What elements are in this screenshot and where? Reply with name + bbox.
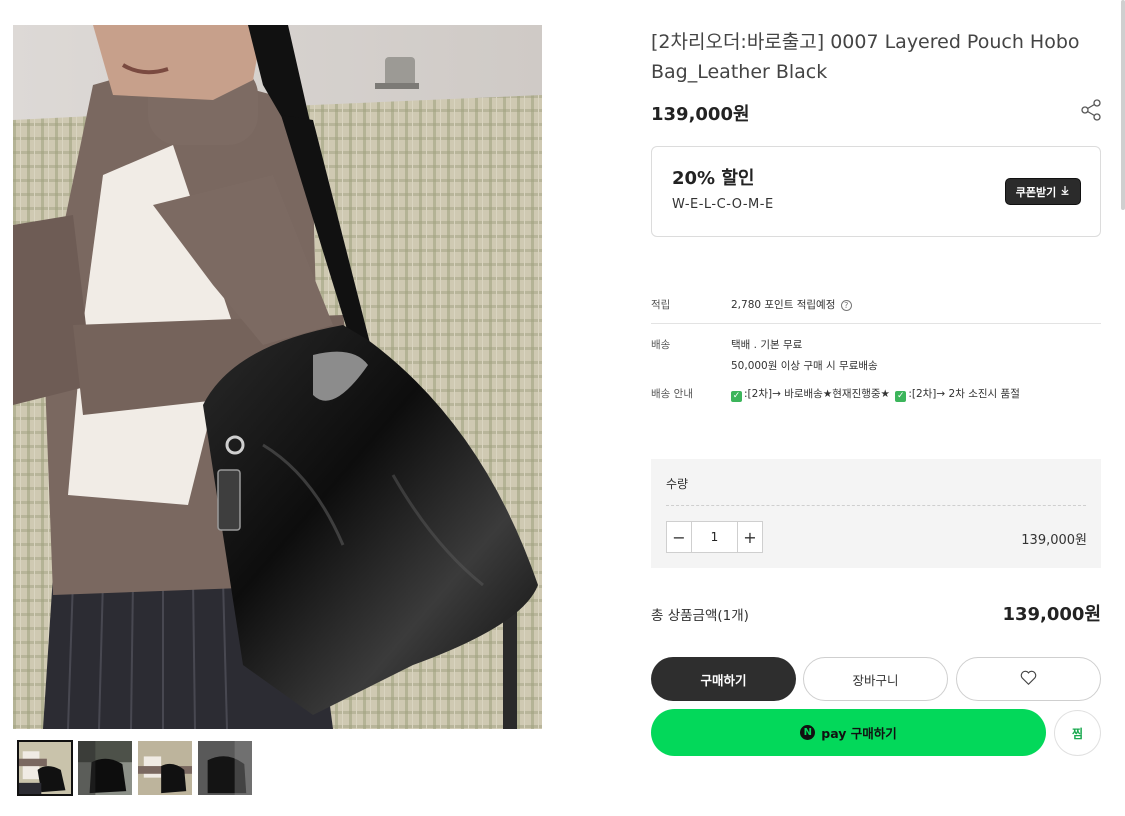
coupon-box: 20% 할인 W-E-L-C-O-M-E 쿠폰받기 <box>651 146 1101 237</box>
shipping-notice-value: ✓:[2차]→ 바로배송★현재진행중★ ✓:[2차]→ 2차 소진시 품절 <box>731 386 1020 402</box>
product-photo-illustration <box>13 25 542 729</box>
quantity-input[interactable] <box>691 522 738 552</box>
coupon-button-label: 쿠폰받기 <box>1015 185 1057 199</box>
thumbnail-2[interactable] <box>77 740 133 796</box>
thumbnail-4[interactable] <box>197 740 253 796</box>
quantity-section: 수량 − + 139,000원 <box>651 459 1101 568</box>
coupon-rate: 20% 할인 <box>672 168 755 189</box>
quantity-label: 수량 <box>666 477 689 491</box>
points-label: 적립 <box>651 299 671 311</box>
add-to-cart-button[interactable]: 장바구니 <box>803 657 948 701</box>
npay-logo-icon: N <box>800 725 816 740</box>
download-icon <box>1060 185 1070 198</box>
checkbox-icon: ✓ <box>731 391 742 402</box>
help-icon[interactable]: ? <box>840 300 852 311</box>
shipping-notice-label: 배송 안내 <box>651 388 693 400</box>
npay-button-label: pay 구매하기 <box>821 726 897 741</box>
wishlist-button[interactable] <box>956 657 1101 701</box>
quantity-divider <box>666 505 1086 506</box>
shipping-label: 배송 <box>651 339 671 351</box>
shipping-free-text: 50,000원 이상 구매 시 무료배송 <box>731 360 878 372</box>
npay-buy-button[interactable]: N pay 구매하기 <box>651 709 1046 756</box>
shipping-value: 택배 . 기본 무료 <box>731 339 803 351</box>
heart-icon <box>1020 670 1037 689</box>
thumbnail-3[interactable] <box>137 740 193 796</box>
thumbnail-1[interactable] <box>17 740 73 796</box>
buy-button[interactable]: 구매하기 <box>651 657 796 701</box>
coupon-code: W-E-L-C-O-M-E <box>672 197 774 212</box>
quantity-plus-button[interactable]: + <box>738 522 762 552</box>
quantity-minus-button[interactable]: − <box>667 522 691 552</box>
points-value-text: 2,780 포인트 적립예정 <box>731 299 836 311</box>
checkbox-icon: ✓ <box>895 391 907 402</box>
quantity-line-price: 139,000원 <box>1021 533 1087 548</box>
details-divider <box>651 323 1101 324</box>
share-icon[interactable] <box>1079 98 1103 122</box>
scrollbar[interactable] <box>1121 0 1125 210</box>
total-label: 총 상품금액(1개) <box>651 608 749 624</box>
coupon-download-button[interactable]: 쿠폰받기 <box>1005 178 1081 205</box>
product-title: [2차리오더:바로출고] 0007 Layered Pouch Hobo Bag… <box>651 31 1080 83</box>
npay-jjim-button[interactable]: 찜 <box>1054 710 1101 756</box>
points-value: 2,780 포인트 적립예정 ? <box>731 297 852 312</box>
notice-1-text: :[2차]→ 바로배송★현재진행중★ <box>744 388 890 400</box>
notice-2-text: :[2차]→ 2차 소진시 품절 <box>908 388 1020 400</box>
quantity-stepper: − + <box>666 521 763 553</box>
thumbnail-strip <box>17 740 253 796</box>
product-price: 139,000원 <box>651 104 750 125</box>
main-product-image <box>13 25 542 729</box>
total-price: 139,000원 <box>1002 604 1101 625</box>
